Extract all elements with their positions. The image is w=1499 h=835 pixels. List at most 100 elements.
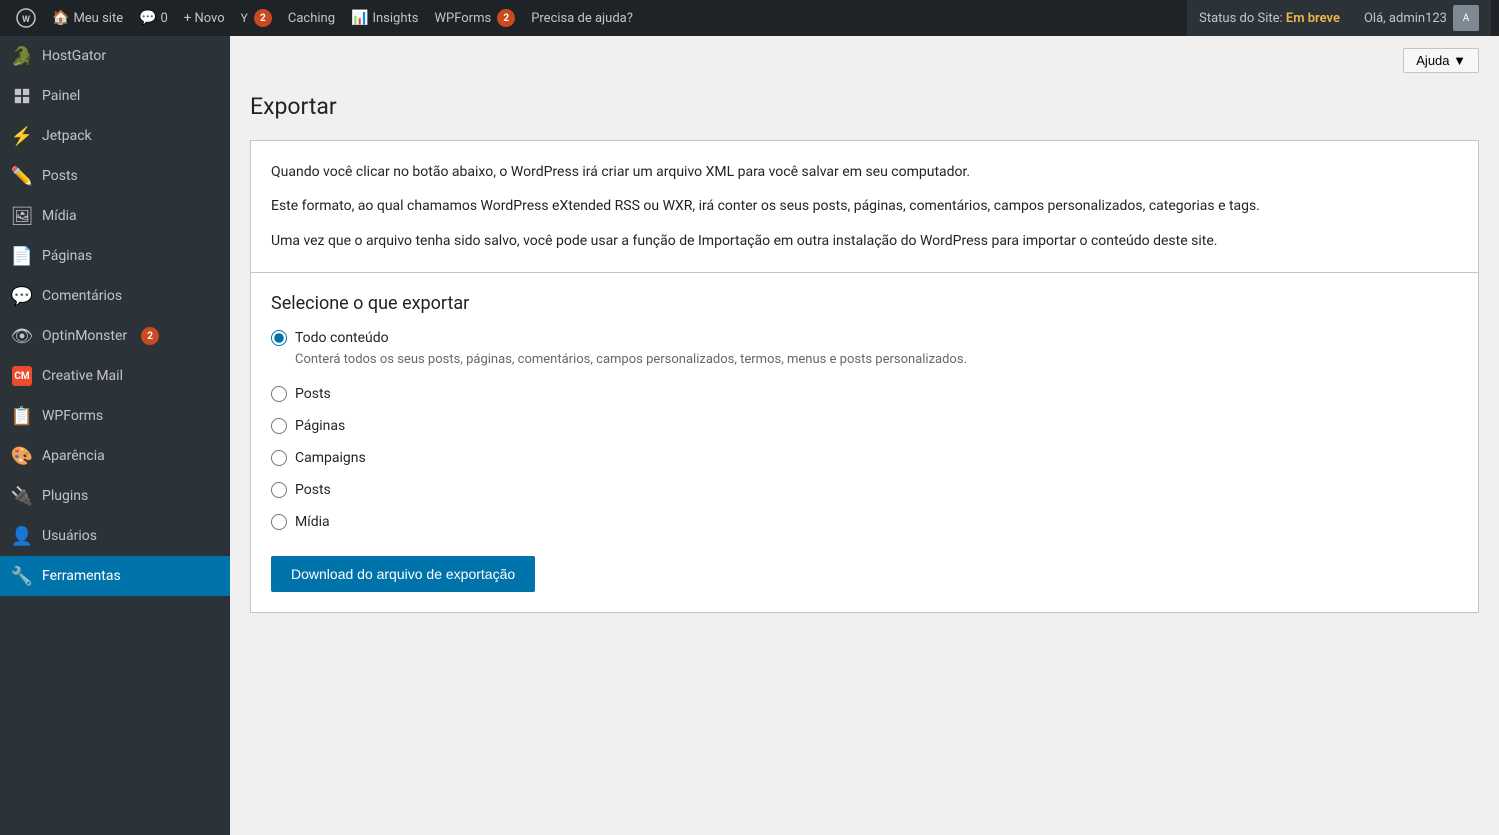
adminbar-new[interactable]: + Novo <box>176 0 233 36</box>
radio-label-posts2[interactable]: Posts <box>271 482 1458 498</box>
radio-label-midia[interactable]: Mídia <box>271 514 1458 530</box>
radio-todo[interactable] <box>271 330 287 346</box>
radio-campaigns-text: Campaigns <box>295 450 366 466</box>
comments-icon: 💬 <box>139 10 156 26</box>
comentarios-label: Comentários <box>42 288 122 304</box>
radio-campaigns[interactable] <box>271 450 287 466</box>
posts-label: Posts <box>42 168 78 184</box>
sidebar-item-comentarios[interactable]: 💬 Comentários <box>0 276 230 316</box>
home-icon: 🏠 <box>52 10 69 26</box>
sidebar-item-creativemail[interactable]: CM Creative Mail <box>0 356 230 396</box>
sidebar-item-hostgator[interactable]: 🐊 HostGator <box>0 36 230 76</box>
sidebar-item-posts[interactable]: ✏️ Posts <box>0 156 230 196</box>
adminbar-help[interactable]: Precisa de ajuda? <box>523 0 641 36</box>
wpforms-sidebar-label: WPForms <box>42 408 103 424</box>
midia-label: Mídia <box>42 208 77 224</box>
adminbar-yoast[interactable]: Y 2 <box>233 0 280 36</box>
sidebar-item-aparencia[interactable]: 🎨 Aparência <box>0 436 230 476</box>
my-site-label: Meu site <box>73 11 123 26</box>
avatar: A <box>1453 5 1479 31</box>
insights-icon: 📊 <box>351 10 368 26</box>
sidebar-item-midia[interactable]: 🖼 Mídia <box>0 196 230 236</box>
adminbar-insights[interactable]: 📊 Insights <box>343 0 426 36</box>
sidebar-item-jetpack[interactable]: ⚡ Jetpack <box>0 116 230 156</box>
layout: 🐊 HostGator Painel ⚡ Jetpack ✏️ Posts 🖼 … <box>0 36 1499 835</box>
hostgator-icon: 🐊 <box>12 46 32 66</box>
creativemail-icon: CM <box>12 366 32 386</box>
aparencia-label: Aparência <box>42 448 105 464</box>
radio-option-paginas: Páginas <box>271 418 1458 434</box>
status-value: Em breve <box>1286 11 1340 26</box>
wpforms-badge: 2 <box>497 9 515 27</box>
radio-option-todo: Todo conteúdo Conterá todos os seus post… <box>271 330 1458 370</box>
comentarios-icon: 💬 <box>12 286 32 306</box>
download-button[interactable]: Download do arquivo de exportação <box>271 556 535 592</box>
sidebar-item-ferramentas[interactable]: 🔧 Ferramentas <box>0 556 230 596</box>
status-label: Status do Site: <box>1199 11 1283 26</box>
jetpack-label: Jetpack <box>42 128 92 144</box>
sidebar-item-optinmonster[interactable]: 👁 OptinMonster 2 <box>0 316 230 356</box>
radio-option-posts: Posts <box>271 386 1458 402</box>
radio-posts-text: Posts <box>295 386 331 402</box>
help-label: Precisa de ajuda? <box>531 11 633 26</box>
plugins-label: Plugins <box>42 488 88 504</box>
main-content: Ajuda ▼ Exportar Quando você clicar no b… <box>230 36 1499 835</box>
intro-para2: Este formato, ao qual chamamos WordPress… <box>271 195 1458 217</box>
radio-midia[interactable] <box>271 514 287 530</box>
usuarios-icon: 👤 <box>12 526 32 546</box>
radio-midia-text: Mídia <box>295 514 330 530</box>
yoast-badge: 2 <box>254 9 272 27</box>
creativemail-label: Creative Mail <box>42 368 123 384</box>
radio-option-midia: Mídia <box>271 514 1458 530</box>
intro-section: Quando você clicar no botão abaixo, o Wo… <box>250 140 1479 273</box>
sidebar-item-paginas[interactable]: 📄 Páginas <box>0 236 230 276</box>
sidebar-item-wpforms[interactable]: 📋 WPForms <box>0 396 230 436</box>
paginas-icon: 📄 <box>12 246 32 266</box>
adminbar-caching[interactable]: Caching <box>280 0 343 36</box>
aparencia-icon: 🎨 <box>12 446 32 466</box>
admin-user-menu[interactable]: Olá, admin123 A <box>1352 0 1491 36</box>
ajuda-button[interactable]: Ajuda ▼ <box>1403 48 1479 73</box>
sidebar-item-painel[interactable]: Painel <box>0 76 230 116</box>
sidebar-item-usuarios[interactable]: 👤 Usuários <box>0 516 230 556</box>
adminbar-my-site[interactable]: 🏠 Meu site <box>44 0 131 36</box>
radio-label-paginas[interactable]: Páginas <box>271 418 1458 434</box>
wpforms-label: WPForms <box>434 11 491 26</box>
plugins-icon: 🔌 <box>12 486 32 506</box>
caching-label: Caching <box>288 11 335 26</box>
radio-paginas-text: Páginas <box>295 418 345 434</box>
content-body: Exportar Quando você clicar no botão aba… <box>230 73 1499 633</box>
intro-para1: Quando você clicar no botão abaixo, o Wo… <box>271 161 1458 183</box>
new-label: + Novo <box>184 11 225 26</box>
section-title: Selecione o que exportar <box>271 293 1458 314</box>
radio-label-todo[interactable]: Todo conteúdo <box>271 330 1458 346</box>
sidebar: 🐊 HostGator Painel ⚡ Jetpack ✏️ Posts 🖼 … <box>0 36 230 835</box>
comments-count: 0 <box>161 11 168 26</box>
avatar-initial: A <box>1463 13 1470 24</box>
painel-label: Painel <box>42 88 80 104</box>
adminbar-comments[interactable]: 💬 0 <box>131 0 176 36</box>
radio-label-posts[interactable]: Posts <box>271 386 1458 402</box>
radio-option-posts2: Posts <box>271 482 1458 498</box>
radio-option-campaigns: Campaigns <box>271 450 1458 466</box>
radio-posts[interactable] <box>271 386 287 402</box>
posts-icon: ✏️ <box>12 166 32 186</box>
content-header: Ajuda ▼ <box>230 36 1499 73</box>
intro-para3: Uma vez que o arquivo tenha sido salvo, … <box>271 230 1458 252</box>
midia-icon: 🖼 <box>12 206 32 226</box>
page-title: Exportar <box>250 93 1479 120</box>
usuarios-label: Usuários <box>42 528 97 544</box>
radio-todo-text: Todo conteúdo <box>295 330 389 346</box>
admin-bar: W 🏠 Meu site 💬 0 + Novo Y 2 Caching 📊 In… <box>0 0 1499 36</box>
adminbar-wpforms[interactable]: WPForms 2 <box>426 0 523 36</box>
radio-paginas[interactable] <box>271 418 287 434</box>
painel-icon <box>12 86 32 106</box>
user-greeting: Olá, admin123 <box>1364 11 1447 26</box>
sidebar-item-plugins[interactable]: 🔌 Plugins <box>0 476 230 516</box>
wp-logo-item[interactable]: W <box>8 0 44 36</box>
radio-posts2[interactable] <box>271 482 287 498</box>
yoast-icon: Y <box>241 11 248 25</box>
export-section: Selecione o que exportar Todo conteúdo C… <box>250 273 1479 613</box>
paginas-label: Páginas <box>42 248 92 264</box>
radio-label-campaigns[interactable]: Campaigns <box>271 450 1458 466</box>
